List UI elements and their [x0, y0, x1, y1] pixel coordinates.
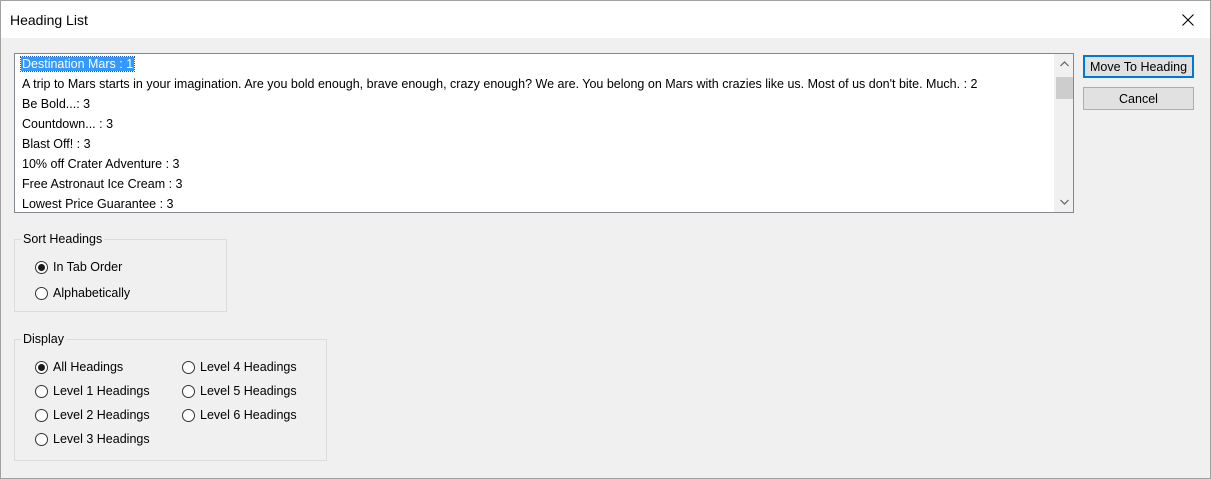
list-item-label: A trip to Mars starts in your imaginatio…	[22, 77, 978, 91]
radio-button[interactable]	[182, 408, 195, 422]
radio-button[interactable]	[35, 432, 48, 446]
list-item-label: Destination Mars : 1	[19, 56, 136, 72]
radio-button[interactable]	[35, 408, 48, 422]
dialog-title: Heading List	[10, 12, 88, 28]
display-option-level-2[interactable]: Level 2 Headings	[35, 408, 150, 422]
radio-label: Level 5 Headings	[200, 384, 297, 398]
list-item-label: Blast Off! : 3	[22, 137, 91, 151]
radio-label: In Tab Order	[53, 260, 123, 274]
display-option-level-3[interactable]: Level 3 Headings	[35, 432, 150, 446]
heading-list-items: Destination Mars : 1 A trip to Mars star…	[15, 54, 1054, 212]
list-item[interactable]: A trip to Mars starts in your imaginatio…	[15, 74, 1054, 94]
list-item-label: Free Astronaut Ice Cream : 3	[22, 177, 183, 191]
list-item[interactable]: 10% off Crater Adventure : 3	[15, 154, 1054, 174]
display-option-all-headings[interactable]: All Headings	[35, 360, 123, 374]
sort-headings-label: Sort Headings	[21, 232, 105, 246]
display-option-level-4[interactable]: Level 4 Headings	[182, 360, 297, 374]
vertical-scrollbar[interactable]	[1054, 54, 1073, 212]
radio-label: Level 4 Headings	[200, 360, 297, 374]
list-item[interactable]: Countdown... : 3	[15, 114, 1054, 134]
list-item-label: Lowest Price Guarantee : 3	[22, 197, 174, 211]
list-item-label: Be Bold...: 3	[22, 97, 91, 111]
radio-button[interactable]	[35, 260, 48, 274]
sort-headings-group	[14, 239, 227, 312]
close-icon	[1182, 13, 1194, 26]
title-bar: Heading List	[1, 1, 1210, 38]
list-item[interactable]: Be Bold...: 3	[15, 94, 1054, 114]
radio-label: Level 3 Headings	[53, 432, 150, 446]
radio-label: Level 2 Headings	[53, 408, 150, 422]
chevron-up-icon	[1059, 61, 1069, 67]
sort-option-alphabetically[interactable]: Alphabetically	[35, 286, 130, 300]
display-option-level-5[interactable]: Level 5 Headings	[182, 384, 297, 398]
radio-label: Alphabetically	[53, 286, 131, 300]
radio-button[interactable]	[182, 360, 195, 374]
heading-listbox[interactable]: Destination Mars : 1 A trip to Mars star…	[14, 53, 1074, 213]
radio-button[interactable]	[35, 384, 48, 398]
list-item-label: Countdown... : 3	[22, 117, 114, 131]
radio-label: All Headings	[53, 360, 124, 374]
move-to-heading-button[interactable]: Move To Heading	[1083, 55, 1194, 78]
close-button[interactable]	[1166, 1, 1210, 38]
radio-button[interactable]	[35, 286, 48, 300]
radio-label: Level 1 Headings	[53, 384, 150, 398]
chevron-down-icon	[1059, 199, 1069, 205]
display-label: Display	[21, 332, 66, 346]
scroll-up-button[interactable]	[1055, 55, 1073, 73]
sort-option-tab-order[interactable]: In Tab Order	[35, 260, 122, 274]
list-item[interactable]: Destination Mars : 1	[15, 54, 1054, 74]
cancel-button[interactable]: Cancel	[1083, 87, 1194, 110]
display-option-level-6[interactable]: Level 6 Headings	[182, 408, 297, 422]
display-option-level-1[interactable]: Level 1 Headings	[35, 384, 150, 398]
scrollbar-thumb[interactable]	[1056, 77, 1073, 99]
list-item-label: 10% off Crater Adventure : 3	[22, 157, 180, 171]
radio-label: Level 6 Headings	[200, 408, 297, 422]
list-item[interactable]: Blast Off! : 3	[15, 134, 1054, 154]
radio-button[interactable]	[182, 384, 195, 398]
heading-list-dialog: Heading List Destination Mars : 1 A trip…	[0, 0, 1211, 479]
list-item[interactable]: Free Astronaut Ice Cream : 3	[15, 174, 1054, 194]
list-item[interactable]: Lowest Price Guarantee : 3	[15, 194, 1054, 212]
radio-button[interactable]	[35, 360, 48, 374]
scroll-down-button[interactable]	[1055, 193, 1073, 211]
